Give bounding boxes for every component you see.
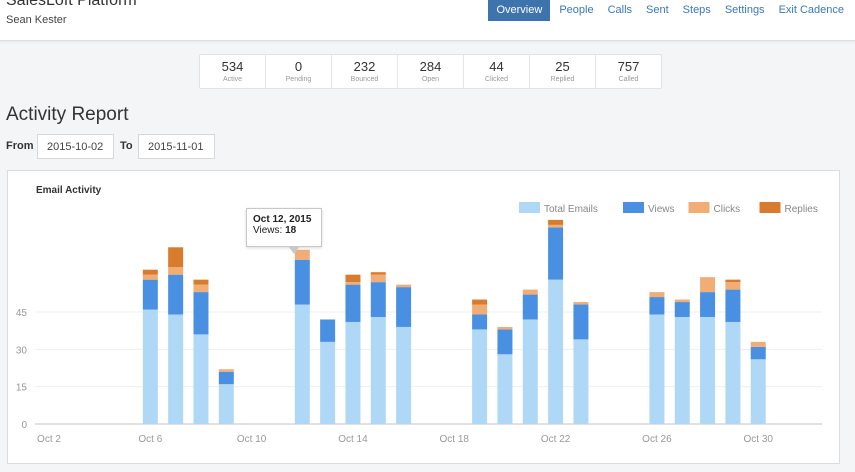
bar-views (370, 282, 386, 317)
y-tick-label: 15 (16, 383, 28, 394)
y-tick-label: 0 (21, 420, 27, 431)
bar-clicks (142, 274, 158, 280)
bar-views (649, 297, 665, 315)
bar-replies (193, 279, 209, 285)
bar-total-emails (750, 359, 766, 424)
bar-clicks (218, 369, 234, 372)
x-tick-label: Oct 26 (642, 434, 672, 445)
bar-views (345, 284, 361, 322)
bar-total-emails (725, 321, 741, 424)
bar-views (497, 329, 513, 355)
bar-clicks (725, 282, 741, 290)
bar-total-emails (370, 316, 386, 424)
x-tick-label: Oct 2 (37, 434, 61, 445)
legend-swatch (623, 202, 644, 213)
bar-total-emails (548, 279, 564, 424)
chart-tooltip: Oct 12, 2015 Views: 18 (246, 208, 322, 247)
bar-total-emails (218, 384, 234, 424)
x-tick-label: Oct 14 (338, 434, 368, 445)
y-tick-label: 30 (16, 345, 28, 356)
x-tick-label: Oct 30 (744, 434, 774, 445)
bar-clicks (700, 277, 716, 293)
bar-views (294, 259, 310, 305)
bar-replies (548, 219, 564, 225)
bar-total-emails (396, 326, 412, 424)
bar-views (700, 292, 716, 317)
bar-views (218, 371, 234, 385)
bar-total-emails (294, 304, 310, 424)
legend-label: Views (648, 204, 675, 215)
bar-replies (370, 272, 386, 275)
x-tick-label: Oct 22 (541, 434, 571, 445)
bar-total-emails (497, 354, 513, 424)
legend-swatch (759, 202, 781, 213)
bar-views (396, 287, 412, 327)
x-tick-label: Oct 6 (138, 434, 162, 445)
legend-swatch (688, 202, 710, 213)
bar-total-emails (700, 316, 716, 424)
email-activity-chart: Email Activity Total Emails Views Clicks Re… (16, 185, 822, 445)
bar-clicks (472, 304, 488, 315)
legend-label: Replies (785, 204, 818, 215)
bar-views (193, 292, 209, 335)
bar-replies (472, 299, 488, 305)
bar-views (750, 346, 766, 360)
bar-clicks (649, 292, 665, 298)
bar-views (674, 302, 690, 317)
y-tick-label: 45 (16, 308, 28, 319)
bar-views (522, 294, 538, 320)
bar-clicks (345, 282, 361, 285)
x-tick-label: Oct 10 (237, 434, 267, 445)
bar-total-emails (573, 339, 589, 424)
bar-replies (142, 269, 158, 275)
bar-clicks (497, 326, 513, 330)
tooltip-date: Oct 12, 2015 (253, 214, 312, 225)
bar-clicks (168, 267, 184, 275)
bar-total-emails (193, 334, 209, 424)
bar-total-emails (168, 314, 184, 424)
bar-total-emails (472, 329, 488, 424)
bar-clicks (548, 224, 564, 228)
bar-clicks (674, 299, 690, 303)
legend-label: Clicks (714, 204, 741, 215)
bar-total-emails (320, 341, 336, 424)
bar-views (472, 314, 488, 330)
bar-replies (345, 274, 361, 283)
legend-swatch (519, 202, 540, 213)
bar-total-emails (522, 319, 538, 424)
bar-total-emails (649, 314, 665, 424)
bar-views (725, 289, 741, 322)
bar-views (142, 279, 158, 310)
bar-replies (725, 279, 741, 283)
bar-clicks (573, 302, 589, 305)
bar-views (573, 304, 589, 340)
bar-total-emails (674, 316, 690, 424)
x-tick-label: Oct 18 (440, 434, 470, 445)
chart-title: Email Activity (36, 185, 102, 196)
legend-label: Total Emails (544, 204, 598, 215)
bar-replies (168, 247, 184, 268)
bar-total-emails (142, 309, 158, 424)
bar-views (548, 227, 564, 280)
tooltip-arrow (288, 246, 300, 254)
bar-views (320, 319, 336, 342)
bar-clicks (370, 274, 386, 283)
tooltip-label: Views: (253, 225, 286, 236)
tooltip-value: 18 (285, 225, 297, 236)
bar-total-emails (345, 321, 361, 424)
bar-clicks (396, 284, 412, 288)
bar-views (168, 274, 184, 315)
bar-clicks (750, 341, 766, 347)
bar-clicks (193, 284, 209, 293)
bar-clicks (522, 289, 538, 295)
